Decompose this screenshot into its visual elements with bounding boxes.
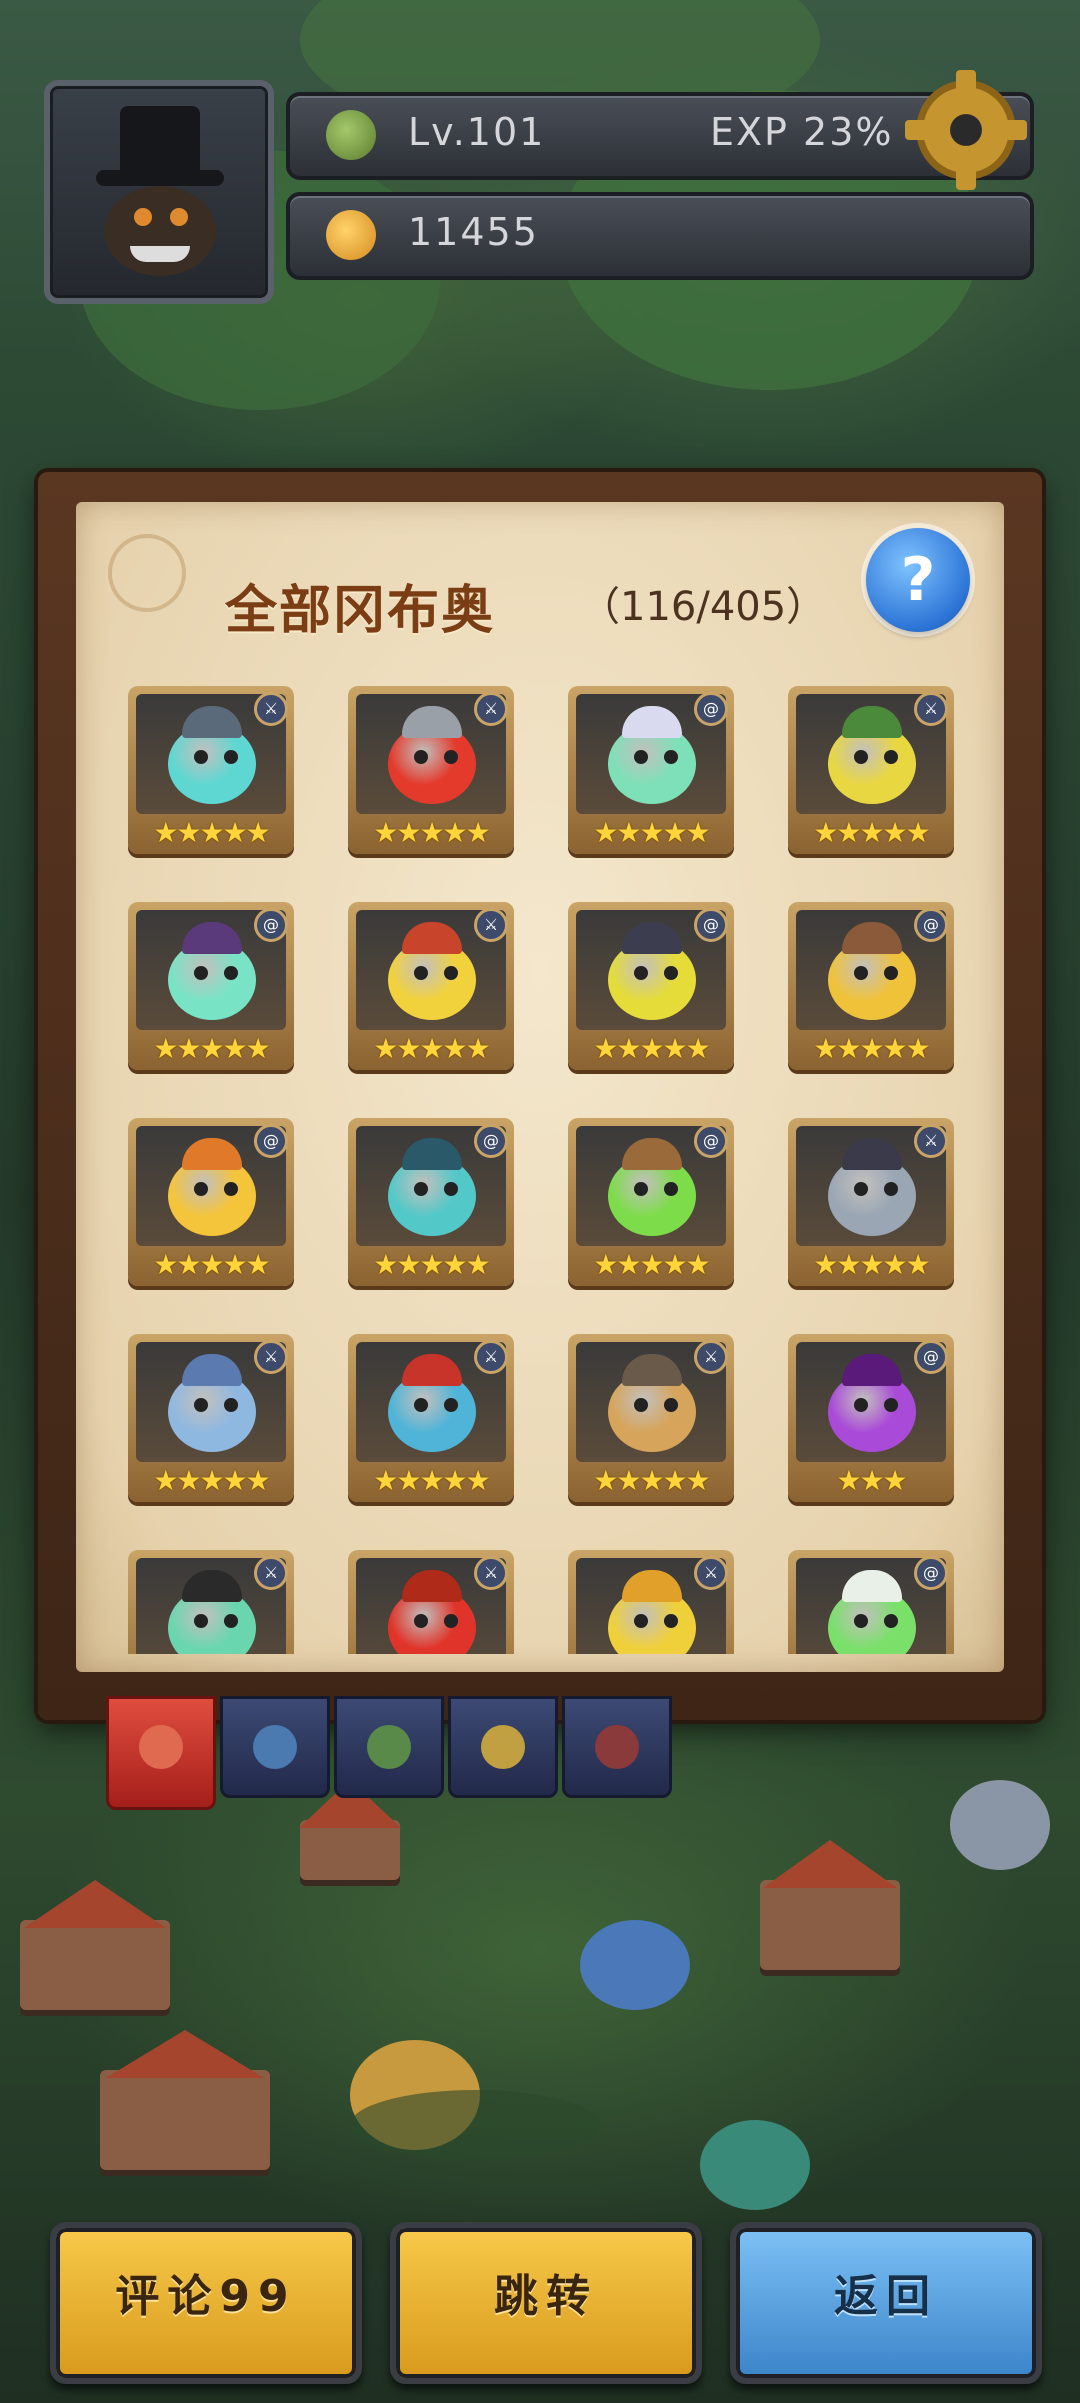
sword-icon: ⚔ <box>694 1340 728 1374</box>
monster-card[interactable]: ⚔ ★★★★★ <box>348 1334 514 1502</box>
swirl-icon: @ <box>694 692 728 726</box>
swirl-icon: @ <box>254 908 288 942</box>
fruit-currency-icon <box>326 210 376 260</box>
monster-card[interactable]: ⚔ <box>348 1550 514 1654</box>
monster-card[interactable]: @ ★★★★★ <box>128 902 294 1070</box>
star-rating: ★★★★★ <box>373 816 491 849</box>
monster-card[interactable]: ⚔ <box>128 1550 294 1654</box>
sword-icon: ⚔ <box>254 1556 288 1590</box>
category-icon <box>595 1725 639 1769</box>
monster-card[interactable]: @ ★★★★★ <box>348 1118 514 1286</box>
emblem-icon <box>108 534 186 612</box>
swirl-icon: @ <box>694 908 728 942</box>
monster-card[interactable]: @ ★★★★★ <box>568 686 734 854</box>
monster-card[interactable]: @ ★★★★★ <box>788 902 954 1070</box>
tab-category-2[interactable] <box>220 1696 330 1798</box>
level-label: Lv.101 <box>408 110 546 154</box>
player-avatar[interactable] <box>44 80 274 304</box>
star-rating: ★★★★★ <box>153 1248 271 1281</box>
category-icon <box>253 1725 297 1769</box>
monster-card[interactable]: ⚔ ★★★★★ <box>788 686 954 854</box>
star-rating: ★★★★★ <box>813 1248 931 1281</box>
category-icon <box>481 1725 525 1769</box>
star-rating: ★★★★★ <box>373 1032 491 1065</box>
tab-category-3[interactable] <box>334 1696 444 1798</box>
jump-button[interactable]: 跳转 <box>390 2222 702 2384</box>
category-icon <box>139 1725 183 1769</box>
monster-card[interactable]: @ ★★★ <box>788 1334 954 1502</box>
category-icon <box>367 1725 411 1769</box>
star-rating: ★★★★★ <box>593 1248 711 1281</box>
sword-icon: ⚔ <box>914 1124 948 1158</box>
monster-card[interactable]: ⚔ ★★★★★ <box>128 1334 294 1502</box>
monster-card[interactable]: @ ★★★★★ <box>568 902 734 1070</box>
currency-amount: 11455 <box>408 210 539 254</box>
top-hat-icon <box>120 106 200 176</box>
sword-icon: ⚔ <box>254 1340 288 1374</box>
star-rating: ★★★ <box>836 1464 907 1497</box>
swirl-icon: @ <box>914 1340 948 1374</box>
sword-icon: ⚔ <box>474 1340 508 1374</box>
star-rating: ★★★★★ <box>593 816 711 849</box>
swirl-icon: @ <box>474 1124 508 1158</box>
star-rating: ★★★★★ <box>373 1248 491 1281</box>
star-rating: ★★★★★ <box>373 1464 491 1497</box>
sword-icon: ⚔ <box>474 692 508 726</box>
star-rating: ★★★★★ <box>153 1032 271 1065</box>
tab-all-category[interactable] <box>106 1696 216 1810</box>
sword-icon: ⚔ <box>914 692 948 726</box>
sword-icon: ⚔ <box>474 1556 508 1590</box>
back-button[interactable]: 返回 <box>730 2222 1042 2384</box>
collection-title: 全部冈布奥 <box>225 581 496 641</box>
currency-bar: 11455 <box>286 192 1034 280</box>
monster-card[interactable]: ⚔ ★★★★★ <box>788 1118 954 1286</box>
monster-card[interactable]: ⚔ <box>568 1550 734 1654</box>
tab-category-4[interactable] <box>448 1696 558 1798</box>
sword-icon: ⚔ <box>694 1556 728 1590</box>
monster-card[interactable]: ⚔ ★★★★★ <box>348 686 514 854</box>
sword-icon: ⚔ <box>474 908 508 942</box>
comment-button[interactable]: 评论99 <box>50 2222 362 2384</box>
star-rating: ★★★★★ <box>593 1032 711 1065</box>
swirl-icon: @ <box>694 1124 728 1158</box>
star-rating: ★★★★★ <box>813 816 931 849</box>
swirl-icon: @ <box>914 1556 948 1590</box>
star-rating: ★★★★★ <box>153 816 271 849</box>
settings-gear-icon[interactable] <box>905 70 1027 190</box>
monster-card[interactable]: @ <box>788 1550 954 1654</box>
monster-card[interactable]: ⚔ ★★★★★ <box>128 686 294 854</box>
exp-label: EXP 23% <box>710 110 894 154</box>
star-rating: ★★★★★ <box>813 1032 931 1065</box>
swirl-icon: @ <box>914 908 948 942</box>
tab-category-5[interactable] <box>562 1696 672 1798</box>
collection-count: （116/405） <box>580 584 827 630</box>
monster-grid: ⚔ ★★★★★ ⚔ ★★★★★ @ ★★★★★ ⚔ ★★★★★ @ ★★★★★ ⚔ ★★★★★ @ ★★★… <box>128 686 958 1654</box>
help-icon[interactable]: ? <box>866 528 970 632</box>
swirl-icon: @ <box>254 1124 288 1158</box>
monster-card[interactable]: @ ★★★★★ <box>128 1118 294 1286</box>
monster-card[interactable]: ⚔ ★★★★★ <box>348 902 514 1070</box>
star-rating: ★★★★★ <box>593 1464 711 1497</box>
tree-icon <box>326 110 376 160</box>
monster-card[interactable]: @ ★★★★★ <box>568 1118 734 1286</box>
star-rating: ★★★★★ <box>153 1464 271 1497</box>
monster-card[interactable]: ⚔ ★★★★★ <box>568 1334 734 1502</box>
sword-icon: ⚔ <box>254 692 288 726</box>
